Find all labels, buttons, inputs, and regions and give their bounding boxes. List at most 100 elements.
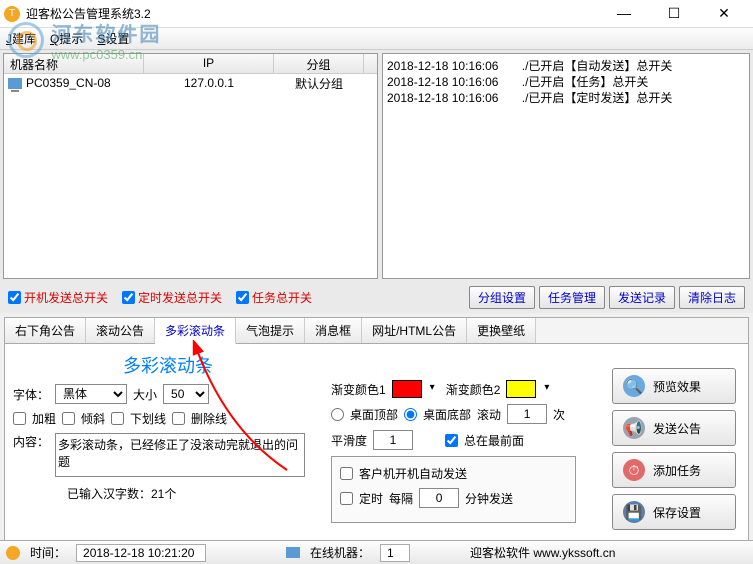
scroll-label: 滚动 [477, 406, 501, 423]
send-button[interactable]: 📢发送公告 [612, 410, 736, 446]
task-switch-checkbox[interactable] [236, 291, 249, 304]
machine-list: 机器名称 IP 分组 PC0359_CN-08 127.0.0.1 默认分组 [3, 53, 378, 279]
char-count: 已输入汉字数：21个 [13, 483, 323, 502]
log-line: 2018-12-18 10:16:06 ./已开启【自动发送】总开关 [387, 58, 745, 74]
pc-icon [8, 78, 22, 89]
content-textarea[interactable]: 多彩滚动条，已经修正了没滚动完就退出的问题 [55, 433, 305, 477]
topmost-checkbox[interactable] [445, 434, 458, 447]
titlebar: 迎客松公告管理系统3.2 — ☐ ✕ [0, 0, 753, 28]
panel-heading: 多彩滚动条 [13, 352, 323, 378]
tab-scroll-notice[interactable]: 滚动公告 [86, 318, 155, 343]
close-button[interactable]: ✕ [709, 5, 739, 22]
timed-switch-label: 定时发送总开关 [138, 289, 222, 306]
underline-label: 下划线 [130, 410, 166, 427]
col-group[interactable]: 分组 [274, 54, 364, 73]
interval-input[interactable] [419, 488, 459, 508]
cell-machine-name: PC0359_CN-08 [26, 76, 111, 90]
switch-bar: 开机发送总开关 定时发送总开关 任务总开关 分组设置 任务管理 发送记录 清除日… [0, 282, 753, 313]
clock-icon: ⏱ [623, 459, 645, 481]
form-mid: 渐变颜色1 渐变颜色2 桌面顶部 桌面底部 滚动 次 平滑度 总在最前面 客 [331, 352, 576, 536]
pos-top-radio[interactable] [331, 408, 344, 421]
grad1-label: 渐变颜色1 [331, 381, 386, 398]
auto-send-checkbox[interactable] [340, 467, 353, 480]
font-select[interactable]: 黑体 [55, 384, 127, 404]
grid-header: 机器名称 IP 分组 [4, 54, 377, 74]
cell-group: 默认分组 [274, 75, 364, 92]
clear-log-button[interactable]: 清除日志 [679, 286, 745, 309]
grad2-color-picker[interactable] [506, 380, 536, 398]
save-button[interactable]: 💾保存设置 [612, 494, 736, 530]
topmost-label: 总在最前面 [464, 432, 524, 449]
table-row[interactable]: PC0359_CN-08 127.0.0.1 默认分组 [4, 74, 377, 92]
smooth-label: 平滑度 [331, 432, 367, 449]
scroll-unit: 次 [553, 406, 565, 423]
size-label: 大小 [133, 386, 157, 403]
pos-bottom-radio[interactable] [404, 408, 417, 421]
auto-send-label: 客户机开机自动发送 [359, 465, 467, 482]
minimize-button[interactable]: — [609, 5, 639, 22]
tab-body: 多彩滚动条 字体： 黑体 大小 50 加粗 倾斜 下划线 删除线 内容： 多彩滚… [5, 344, 748, 544]
main-area: 机器名称 IP 分组 PC0359_CN-08 127.0.0.1 默认分组 2… [0, 50, 753, 282]
tab-url-html[interactable]: 网址/HTML公告 [362, 318, 467, 343]
timed-label: 定时 [359, 490, 383, 507]
menu-jianku[interactable]: J建库 [6, 30, 36, 47]
tabstrip: 右下角公告 滚动公告 多彩滚动条 气泡提示 消息框 网址/HTML公告 更换壁纸 [5, 318, 748, 344]
preview-button[interactable]: 🔍预览效果 [612, 368, 736, 404]
time-value: 2018-12-18 10:21:20 [76, 544, 206, 562]
boot-switch-label: 开机发送总开关 [24, 289, 108, 306]
window-title: 迎客松公告管理系统3.2 [26, 5, 609, 22]
pos-bottom-label: 桌面底部 [423, 406, 471, 423]
tabs-area: 右下角公告 滚动公告 多彩滚动条 气泡提示 消息框 网址/HTML公告 更换壁纸… [4, 317, 749, 549]
online-count: 1 [380, 544, 410, 562]
online-label: 在线机器： [310, 544, 370, 561]
task-switch-label: 任务总开关 [252, 289, 312, 306]
menu-settings[interactable]: S设置 [97, 30, 129, 47]
content-label: 内容： [13, 433, 49, 450]
send-record-button[interactable]: 发送记录 [609, 286, 675, 309]
auto-send-panel: 客户机开机自动发送 定时 每隔 分钟发送 [331, 456, 576, 523]
col-name[interactable]: 机器名称 [4, 54, 144, 73]
tab-corner-notice[interactable]: 右下角公告 [5, 318, 86, 343]
log-line: 2018-12-18 10:16:06 ./已开启【定时发送】总开关 [387, 90, 745, 106]
menu-tip[interactable]: Q提示 [50, 30, 83, 47]
status-icon [6, 546, 20, 560]
pos-top-label: 桌面顶部 [350, 406, 398, 423]
add-task-button[interactable]: ⏱添加任务 [612, 452, 736, 488]
speaker-icon: 📢 [623, 417, 645, 439]
bold-checkbox[interactable] [13, 412, 26, 425]
tab-color-scroll[interactable]: 多彩滚动条 [155, 318, 236, 344]
tab-bubble[interactable]: 气泡提示 [236, 318, 305, 343]
italic-checkbox[interactable] [62, 412, 75, 425]
tab-msgbox[interactable]: 消息框 [305, 318, 362, 343]
task-manage-button[interactable]: 任务管理 [539, 286, 605, 309]
pc-icon [286, 547, 300, 558]
tab-wallpaper[interactable]: 更换壁纸 [467, 318, 536, 343]
log-line: 2018-12-18 10:16:06 ./已开启【任务】总开关 [387, 74, 745, 90]
form-left: 多彩滚动条 字体： 黑体 大小 50 加粗 倾斜 下划线 删除线 内容： 多彩滚… [13, 352, 323, 536]
underline-checkbox[interactable] [111, 412, 124, 425]
save-icon: 💾 [623, 501, 645, 523]
timed-switch-checkbox[interactable] [122, 291, 135, 304]
col-ip[interactable]: IP [144, 54, 274, 73]
strike-label: 删除线 [191, 410, 227, 427]
brand-text: 迎客松软件 www.ykssoft.cn [470, 544, 615, 561]
menubar: J建库 Q提示 S设置 [0, 28, 753, 50]
app-icon [4, 6, 20, 22]
bold-label: 加粗 [32, 410, 56, 427]
interval-unit: 分钟发送 [465, 490, 513, 507]
form-right: 🔍预览效果 📢发送公告 ⏱添加任务 💾保存设置 [584, 352, 740, 536]
italic-label: 倾斜 [81, 410, 105, 427]
scroll-count-input[interactable] [507, 404, 547, 424]
size-select[interactable]: 50 [163, 384, 209, 404]
log-panel[interactable]: 2018-12-18 10:16:06 ./已开启【自动发送】总开关 2018-… [382, 53, 750, 279]
timed-checkbox[interactable] [340, 492, 353, 505]
group-settings-button[interactable]: 分组设置 [469, 286, 535, 309]
boot-switch-checkbox[interactable] [8, 291, 21, 304]
cell-ip: 127.0.0.1 [144, 76, 274, 90]
interval-label: 每隔 [389, 490, 413, 507]
statusbar: 时间： 2018-12-18 10:21:20 在线机器： 1 迎客松软件 ww… [0, 540, 753, 564]
smooth-input[interactable] [373, 430, 413, 450]
grad1-color-picker[interactable] [392, 380, 422, 398]
strike-checkbox[interactable] [172, 412, 185, 425]
maximize-button[interactable]: ☐ [659, 5, 689, 22]
